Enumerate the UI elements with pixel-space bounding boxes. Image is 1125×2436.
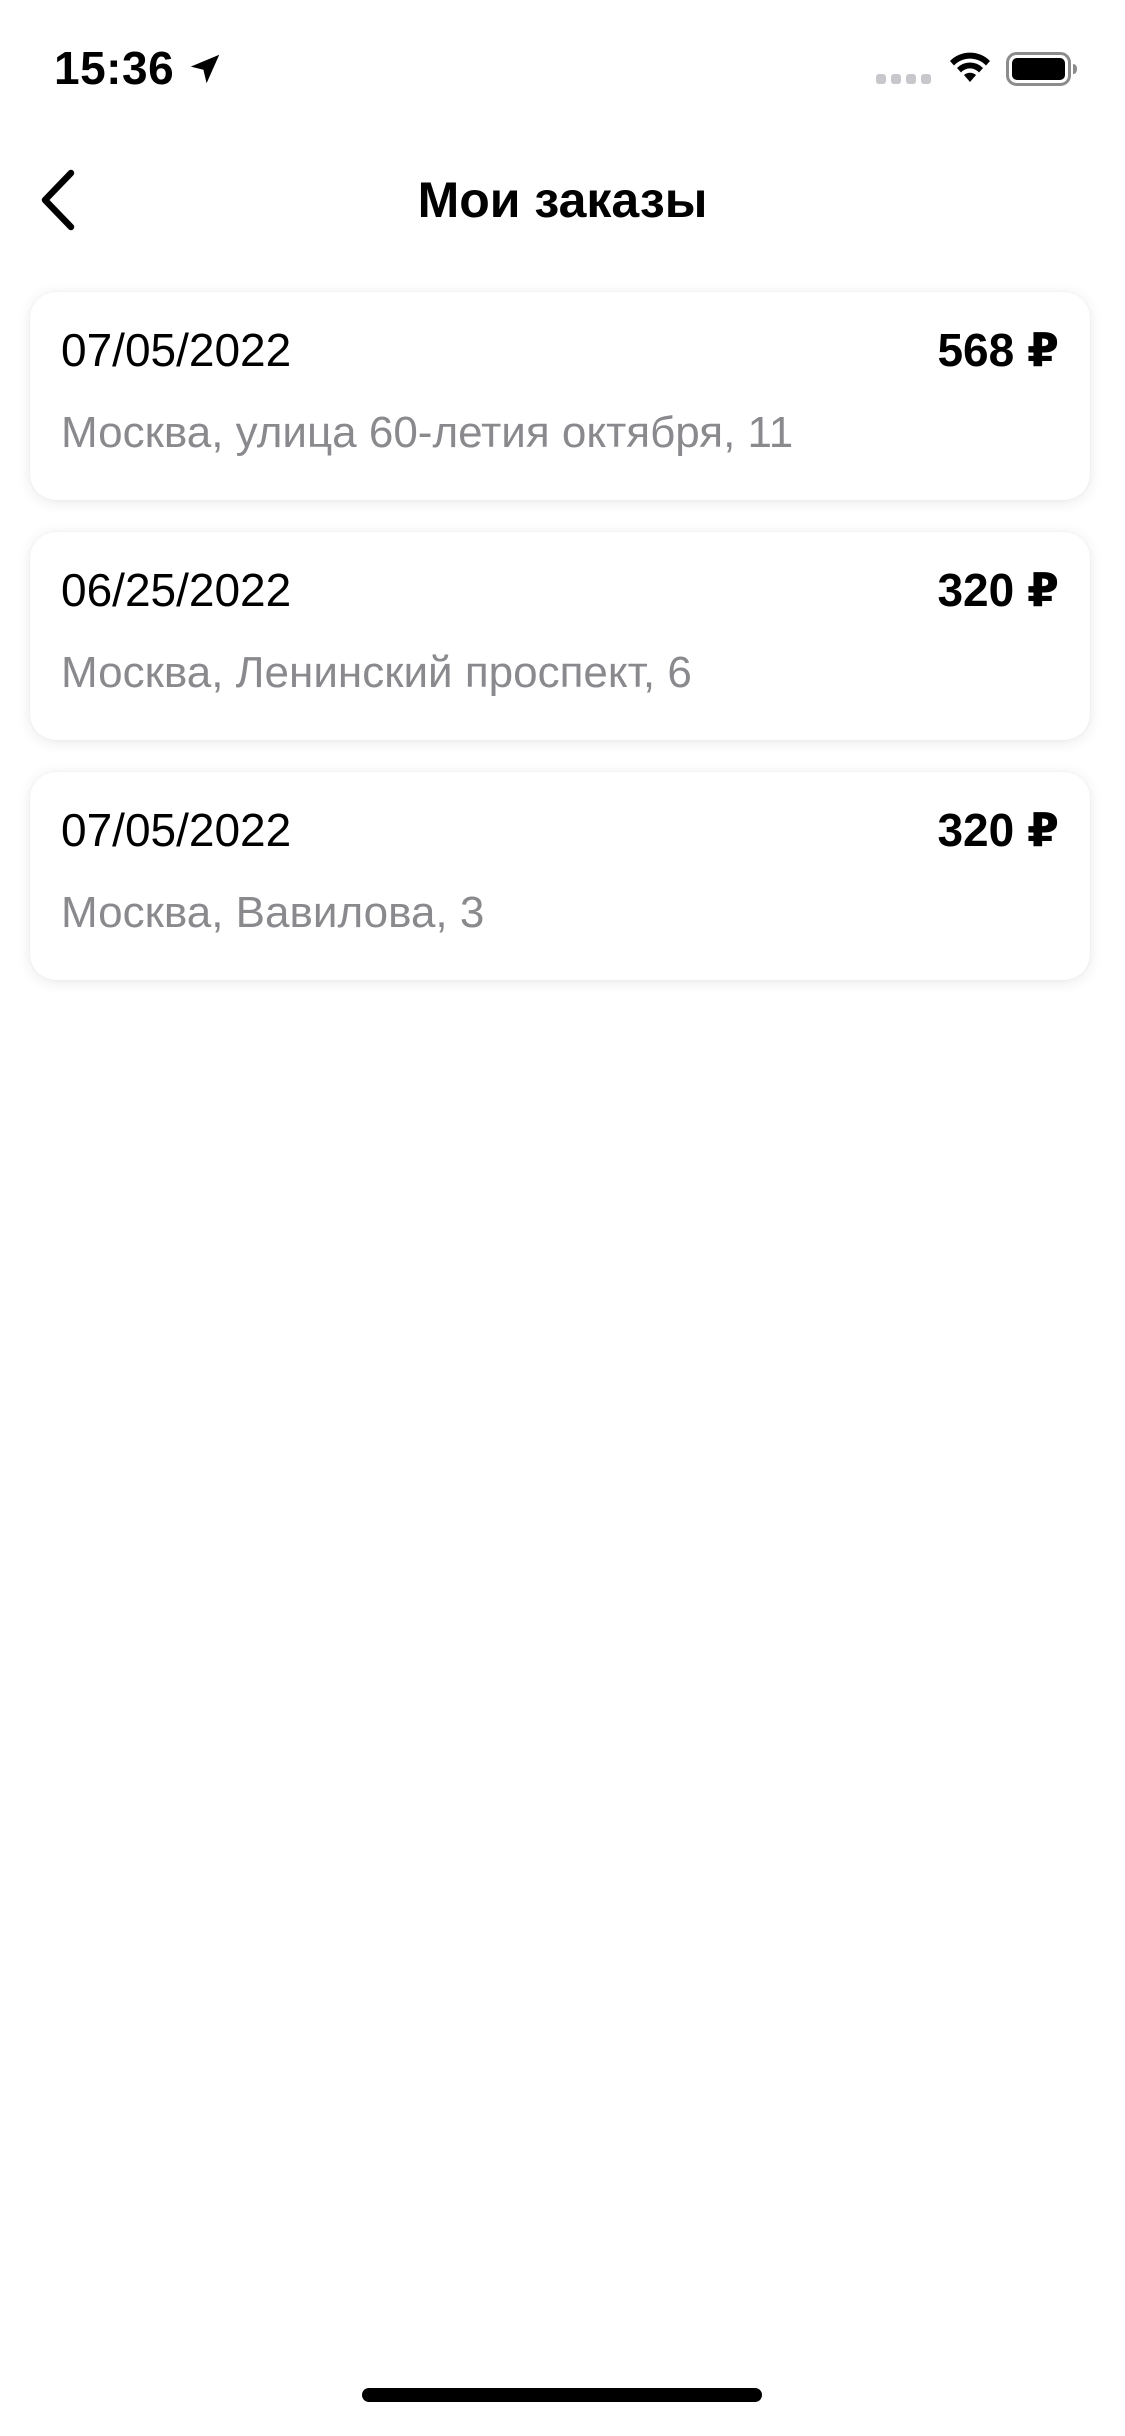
home-indicator[interactable] <box>362 2388 762 2402</box>
order-card[interactable]: 07/05/2022 320 ₽ Москва, Вавилова, 3 <box>30 772 1090 980</box>
status-bar: 15:36 <box>0 0 1125 132</box>
page-title: Мои заказы <box>417 172 708 228</box>
order-address: Москва, улица 60-летия октября, 11 <box>61 408 794 457</box>
order-price: 568 ₽ <box>937 324 1059 376</box>
order-price: 320 ₽ <box>937 804 1059 856</box>
navigation-bar: Мои заказы <box>0 140 1125 260</box>
status-time: 15:36 <box>54 42 175 94</box>
order-card[interactable]: 06/25/2022 320 ₽ Москва, Ленинский просп… <box>30 532 1090 740</box>
order-date: 07/05/2022 <box>61 324 292 376</box>
order-address: Москва, Ленинский проспект, 6 <box>61 648 692 697</box>
order-date: 07/05/2022 <box>61 804 292 856</box>
battery-icon <box>1006 52 1077 86</box>
wifi-icon <box>950 52 990 82</box>
orders-list: 07/05/2022 568 ₽ Москва, улица 60-летия … <box>30 292 1090 1012</box>
location-arrow-icon <box>190 54 220 84</box>
order-address: Москва, Вавилова, 3 <box>61 888 485 937</box>
order-price: 320 ₽ <box>937 564 1059 616</box>
signal-dots-icon <box>876 74 931 84</box>
order-date: 06/25/2022 <box>61 564 292 616</box>
order-card[interactable]: 07/05/2022 568 ₽ Москва, улица 60-летия … <box>30 292 1090 500</box>
